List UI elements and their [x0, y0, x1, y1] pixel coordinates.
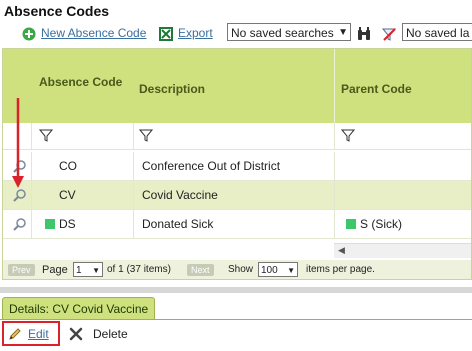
annotation-arrow-head — [12, 176, 24, 188]
section-separator — [0, 287, 472, 293]
delete-icon[interactable] — [68, 326, 84, 345]
details-tab-underline — [0, 319, 472, 320]
edit-link[interactable]: Edit — [28, 327, 49, 341]
pencil-icon[interactable] — [8, 327, 22, 344]
edit-annotation-box: Edit — [2, 321, 60, 346]
delete-label[interactable]: Delete — [93, 327, 128, 341]
details-tab[interactable]: Details: CV Covid Vaccine — [2, 297, 156, 320]
